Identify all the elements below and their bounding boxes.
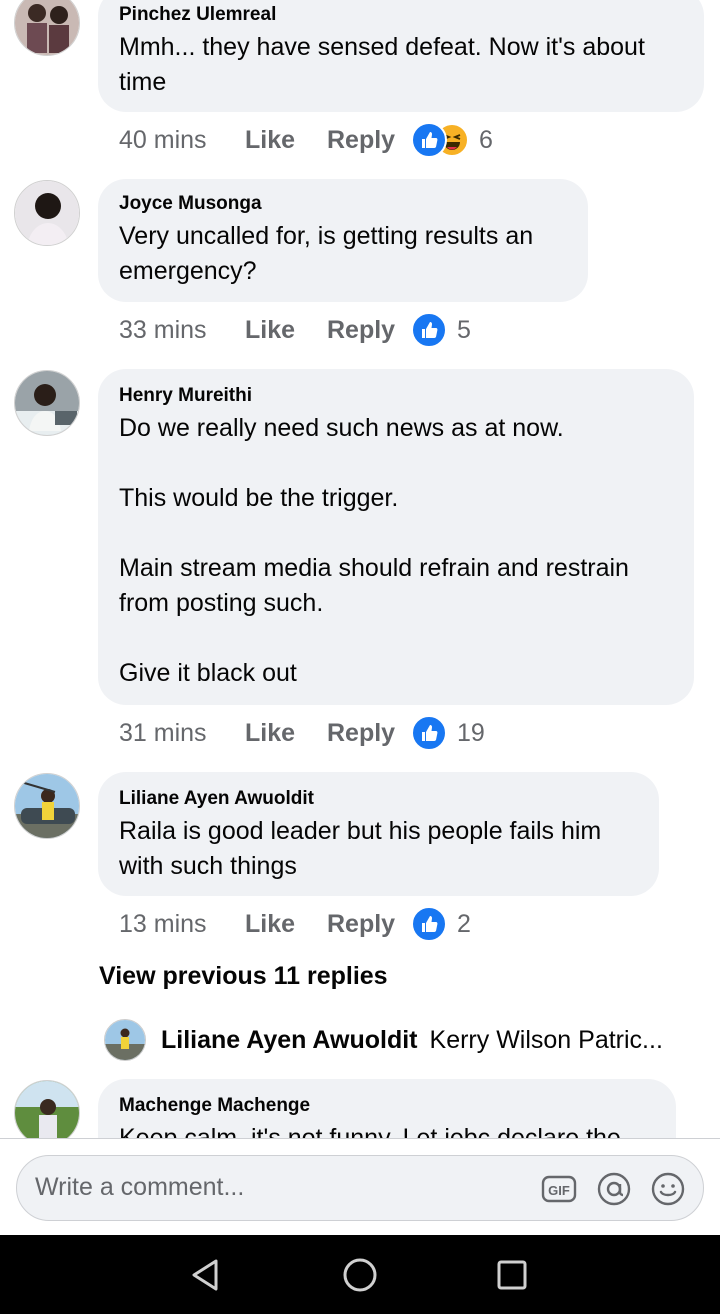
gif-icon[interactable]: GIF [541,1171,577,1207]
reply-button[interactable]: Reply [327,316,411,345]
avatar [104,1019,146,1061]
avatar[interactable] [14,1080,80,1138]
avatar[interactable] [14,180,80,246]
comment-author[interactable]: Pinchez Ulemreal [119,4,683,26]
reaction-summary[interactable]: 6 [411,122,493,158]
reaction-count: 6 [479,125,493,154]
comment-bubble[interactable]: Liliane Ayen Awuoldit Raila is good lead… [98,772,659,896]
mention-icon[interactable] [596,1171,632,1207]
comment-bubble[interactable]: Joyce Musonga Very uncalled for, is gett… [98,179,588,302]
comment-composer-bar: Write a comment... GIF [0,1138,720,1236]
avatar[interactable] [14,370,80,436]
system-navigation-bar [0,1235,720,1314]
reply-preview[interactable]: Liliane Ayen Awuoldit Kerry Wilson Patri… [104,1018,663,1062]
comment-meta: 40 mins Like Reply 6 [119,120,493,160]
comment-input[interactable]: Write a comment... GIF [16,1155,704,1221]
like-button[interactable]: Like [245,126,327,155]
comment-text: Very uncalled for, is getting results an… [119,222,534,285]
avatar[interactable] [14,773,80,839]
reaction-summary[interactable]: 5 [411,312,471,348]
reaction-count: 19 [457,718,485,747]
like-icon [411,312,447,348]
avatar[interactable] [14,0,80,56]
comment-meta: 33 mins Like Reply 5 [119,310,471,350]
svg-text:GIF: GIF [548,1183,570,1198]
comment-author[interactable]: Machenge Machenge [119,1095,655,1117]
reaction-count: 5 [457,315,471,344]
comment-text: Do we really need such news as at now. T… [119,414,629,687]
view-previous-replies-link[interactable]: View previous 11 replies [99,962,388,991]
reply-button[interactable]: Reply [327,719,411,748]
like-button[interactable]: Like [245,316,327,345]
back-icon[interactable] [186,1255,226,1295]
reply-author[interactable]: Liliane Ayen Awuoldit [161,1026,418,1055]
reaction-count: 2 [457,909,471,938]
comment-text: Raila is good leader but his people fail… [119,817,602,880]
comment-author[interactable]: Liliane Ayen Awuoldit [119,788,638,810]
like-button[interactable]: Like [245,910,327,939]
comment-text: Keep calm, it's not funny. Let iebc decl… [119,1124,621,1138]
comment-time[interactable]: 31 mins [119,719,245,748]
comment-author[interactable]: Henry Mureithi [119,385,673,407]
like-icon [411,715,447,751]
comment-author[interactable]: Joyce Musonga [119,193,567,215]
comment-meta: 31 mins Like Reply 19 [119,713,485,753]
reply-button[interactable]: Reply [327,910,411,939]
like-icon [411,122,447,158]
emoji-icon[interactable] [650,1171,686,1207]
comment-bubble[interactable]: Machenge Machenge Keep calm, it's not fu… [98,1079,676,1138]
comment-meta: 13 mins Like Reply 2 [119,904,471,944]
like-icon [411,906,447,942]
comment-bubble[interactable]: Pinchez Ulemreal Mmh... they have sensed… [98,0,704,112]
comment-thread[interactable]: Pinchez Ulemreal Mmh... they have sensed… [0,0,720,1138]
comment-input-placeholder: Write a comment... [35,1173,245,1201]
reaction-summary[interactable]: 19 [411,715,485,751]
comment-time[interactable]: 40 mins [119,126,245,155]
reply-text: Kerry Wilson Patric... [429,1025,663,1054]
home-icon[interactable] [340,1255,380,1295]
like-button[interactable]: Like [245,719,327,748]
reply-button[interactable]: Reply [327,126,411,155]
reaction-summary[interactable]: 2 [411,906,471,942]
comment-time[interactable]: 13 mins [119,910,245,939]
comment-bubble[interactable]: Henry Mureithi Do we really need such ne… [98,369,694,705]
recents-icon[interactable] [492,1255,532,1295]
comment-time[interactable]: 33 mins [119,316,245,345]
comment-text: Mmh... they have sensed defeat. Now it's… [119,33,645,96]
